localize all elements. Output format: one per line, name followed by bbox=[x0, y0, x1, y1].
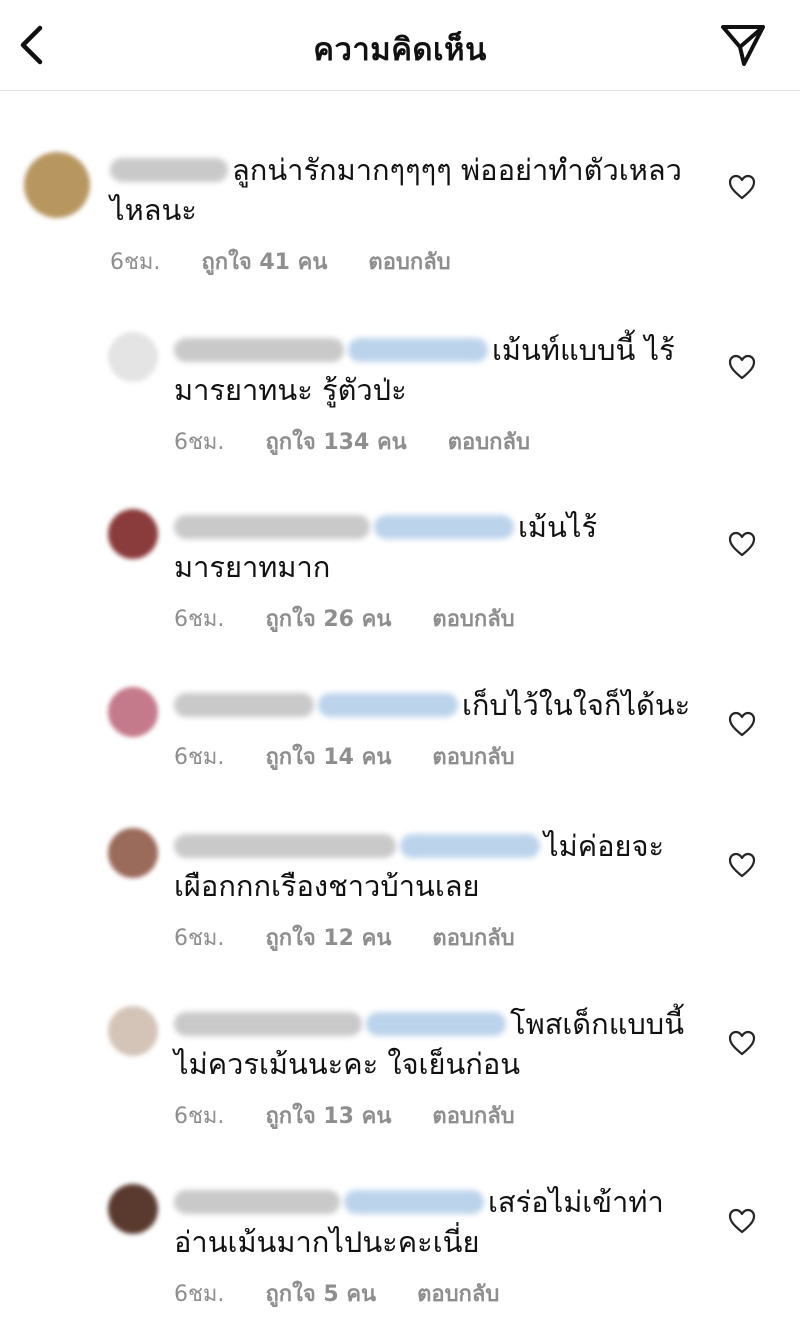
heart-outline-icon[interactable] bbox=[728, 531, 756, 557]
comment-text: เม้นไร้ bbox=[518, 510, 598, 544]
comment-text: โพสเด็กแบบนี้ bbox=[510, 1007, 685, 1041]
reply-button[interactable]: ตอบกลับ bbox=[432, 739, 514, 774]
username-blurred[interactable] bbox=[110, 158, 228, 182]
like-count[interactable]: ถูกใจ 5 คน bbox=[265, 1276, 376, 1311]
comment-time: 6ชม. bbox=[110, 250, 161, 275]
avatar[interactable] bbox=[108, 1184, 158, 1234]
comment-text: เสร่อไม่เข้าท่า bbox=[488, 1185, 664, 1219]
like-count[interactable]: ถูกใจ 14 คน bbox=[265, 739, 391, 774]
heart-outline-icon[interactable] bbox=[728, 852, 756, 878]
reply-button[interactable]: ตอบกลับ bbox=[432, 1098, 514, 1133]
username-blurred[interactable] bbox=[174, 338, 344, 362]
avatar[interactable] bbox=[24, 152, 90, 218]
mention-blurred[interactable] bbox=[366, 1012, 506, 1036]
comment-meta: 6ชม. ถูกใจ 41 คน ตอบกลับ bbox=[110, 244, 700, 279]
like-count[interactable]: ถูกใจ 13 คน bbox=[265, 1098, 391, 1133]
comment-meta: 6ชม. ถูกใจ 12 คน ตอบกลับ bbox=[174, 920, 694, 955]
like-count[interactable]: ถูกใจ 12 คน bbox=[265, 920, 391, 955]
comment-body: เม้นท์แบบนี้ ไร้ มารยาทนะ รู้ตัวป่ะ 6ชม.… bbox=[174, 330, 694, 459]
avatar[interactable] bbox=[108, 828, 158, 878]
avatar[interactable] bbox=[108, 687, 158, 737]
comment-time: 6ชม. bbox=[174, 607, 225, 632]
reply-button[interactable]: ตอบกลับ bbox=[432, 920, 514, 955]
username-blurred[interactable] bbox=[174, 515, 370, 539]
comment-time: 6ชม. bbox=[174, 926, 225, 951]
like-count[interactable]: ถูกใจ 41 คน bbox=[201, 244, 327, 279]
avatar[interactable] bbox=[108, 509, 158, 559]
comment-time: 6ชม. bbox=[174, 745, 225, 770]
avatar[interactable] bbox=[108, 1006, 158, 1056]
comment-time: 6ชม. bbox=[174, 430, 225, 455]
comment-line-1: โพสเด็กแบบนี้ bbox=[174, 1004, 694, 1044]
reply-button[interactable]: ตอบกลับ bbox=[417, 1276, 499, 1311]
username-blurred[interactable] bbox=[174, 834, 396, 858]
comment-line-2: มารยาทมาก bbox=[174, 550, 331, 584]
mention-blurred[interactable] bbox=[344, 1190, 484, 1214]
comment-meta: 6ชม. ถูกใจ 134 คน ตอบกลับ bbox=[174, 424, 694, 459]
comment-line-1: เสร่อไม่เข้าท่า bbox=[174, 1182, 694, 1222]
comment-line-1: ไม่ค่อยจะ bbox=[174, 826, 694, 866]
comment-time: 6ชม. bbox=[174, 1282, 225, 1307]
heart-outline-icon[interactable] bbox=[728, 174, 756, 200]
mention-blurred[interactable] bbox=[348, 338, 488, 362]
avatar[interactable] bbox=[108, 332, 158, 382]
comment-body: เก็บไว้ในใจก็ได้นะ 6ชม. ถูกใจ 14 คน ตอบก… bbox=[174, 685, 694, 774]
heart-outline-icon[interactable] bbox=[728, 1030, 756, 1056]
reply-button[interactable]: ตอบกลับ bbox=[448, 424, 530, 459]
comment-body: เสร่อไม่เข้าท่า อ่านเม้นมากไปนะคะเนี่ย 6… bbox=[174, 1182, 694, 1311]
mention-blurred[interactable] bbox=[400, 834, 540, 858]
comment-line-2: เผือกกกเรืองชาวบ้านเลย bbox=[174, 869, 480, 903]
comment-body: เม้นไร้ มารยาทมาก 6ชม. ถูกใจ 26 คน ตอบกล… bbox=[174, 507, 694, 636]
mention-blurred[interactable] bbox=[318, 693, 458, 717]
reply-button[interactable]: ตอบกลับ bbox=[368, 244, 450, 279]
comment-text: เก็บไว้ในใจก็ได้นะ bbox=[462, 688, 691, 722]
comment-line-2: ไหลนะ bbox=[110, 193, 197, 227]
comment-line-1: เม้นไร้ bbox=[174, 507, 694, 547]
username-blurred[interactable] bbox=[174, 1012, 362, 1036]
username-blurred[interactable] bbox=[174, 1190, 340, 1214]
paper-plane-icon bbox=[721, 25, 765, 66]
comment-line-2: มารยาทนะ รู้ตัวป่ะ bbox=[174, 373, 407, 407]
comment-text: ไม่ค่อยจะ bbox=[544, 829, 665, 863]
header-bar: ความคิดเห็น bbox=[0, 0, 800, 91]
comment-meta: 6ชม. ถูกใจ 26 คน ตอบกลับ bbox=[174, 601, 694, 636]
page-title: ความคิดเห็น bbox=[313, 32, 487, 68]
comment-line-2: ไม่ควรเม้นนะคะ ใจเย็นก่อน bbox=[174, 1047, 521, 1081]
share-button[interactable] bbox=[718, 22, 768, 68]
reply-button[interactable]: ตอบกลับ bbox=[432, 601, 514, 636]
comment-text: เม้นท์แบบนี้ ไร้ bbox=[492, 333, 675, 367]
like-count[interactable]: ถูกใจ 134 คน bbox=[265, 424, 406, 459]
comment-meta: 6ชม. ถูกใจ 14 คน ตอบกลับ bbox=[174, 739, 694, 774]
comment-body: ลูกน่ารักมากๆๆๆๆ พ่ออย่าทำตัวเหลว ไหลนะ … bbox=[110, 150, 700, 279]
heart-outline-icon[interactable] bbox=[728, 354, 756, 380]
comment-line-1: เก็บไว้ในใจก็ได้นะ bbox=[174, 685, 694, 725]
comment-body: ไม่ค่อยจะ เผือกกกเรืองชาวบ้านเลย 6ชม. ถู… bbox=[174, 826, 694, 955]
like-count[interactable]: ถูกใจ 26 คน bbox=[265, 601, 391, 636]
mention-blurred[interactable] bbox=[374, 515, 514, 539]
heart-outline-icon[interactable] bbox=[728, 711, 756, 737]
comment-text: ลูกน่ารักมากๆๆๆๆ พ่ออย่าทำตัวเหลว bbox=[232, 153, 682, 187]
comment-line-2: อ่านเม้นมากไปนะคะเนี่ย bbox=[174, 1225, 480, 1259]
comment-meta: 6ชม. ถูกใจ 5 คน ตอบกลับ bbox=[174, 1276, 694, 1311]
comment-body: โพสเด็กแบบนี้ ไม่ควรเม้นนะคะ ใจเย็นก่อน … bbox=[174, 1004, 694, 1133]
comment-meta: 6ชม. ถูกใจ 13 คน ตอบกลับ bbox=[174, 1098, 694, 1133]
heart-outline-icon[interactable] bbox=[728, 1208, 756, 1234]
comment-time: 6ชม. bbox=[174, 1104, 225, 1129]
comment-line-1: เม้นท์แบบนี้ ไร้ bbox=[174, 330, 694, 370]
comment-line-1: ลูกน่ารักมากๆๆๆๆ พ่ออย่าทำตัวเหลว bbox=[110, 150, 700, 190]
username-blurred[interactable] bbox=[174, 693, 314, 717]
